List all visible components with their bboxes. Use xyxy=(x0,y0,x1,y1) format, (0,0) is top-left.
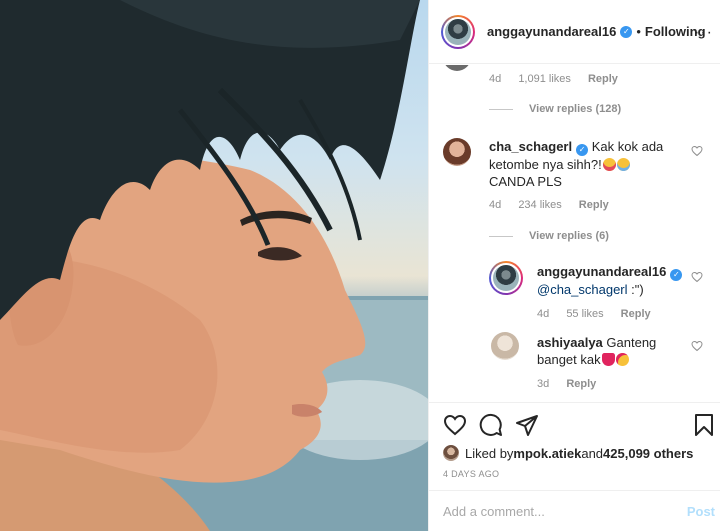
header-separator: • xyxy=(636,24,641,39)
reply-button[interactable]: Reply xyxy=(566,378,596,390)
author-username[interactable]: anggayunandareal16 xyxy=(487,24,616,39)
reply-avatar-image xyxy=(493,265,519,291)
like-comment-heart-icon[interactable] xyxy=(691,340,703,352)
heart-eyes-emoji xyxy=(615,353,629,366)
reply-avatar[interactable] xyxy=(489,261,523,295)
rolling-laughing-emoji xyxy=(616,158,630,171)
reply-mention-link[interactable]: @cha_schagerl xyxy=(537,282,628,297)
reply-age: 3d xyxy=(537,378,550,390)
share-icon[interactable] xyxy=(515,413,539,437)
post-actions: Liked by mpok.atiek and 425,099 others 4… xyxy=(429,402,720,490)
likes-summary: Liked by mpok.atiek and 425,099 others xyxy=(443,445,693,461)
post-header: anggayunandareal16 ✓ • Following ··· xyxy=(429,0,720,64)
reply-button[interactable]: Reply xyxy=(579,199,609,211)
bookmark-icon[interactable] xyxy=(693,413,715,437)
reply-body: ashiyaalya Ganteng banget kak xyxy=(537,334,697,368)
comment-meta: 4d 234 likes Reply xyxy=(489,199,720,211)
squinting-tongue-emoji xyxy=(602,158,616,171)
reply-username[interactable]: anggayunandareal16 xyxy=(537,264,666,279)
comments-list[interactable]: 4d 1,091 likes Reply View replies (128) … xyxy=(429,65,720,402)
view-replies-button[interactable]: View replies (128) xyxy=(489,103,621,115)
liker-avatar[interactable] xyxy=(443,445,459,461)
view-replies-line xyxy=(489,108,513,110)
like-comment-heart-icon[interactable] xyxy=(691,145,703,157)
author-avatar-image xyxy=(445,18,471,45)
comment-text-line1: Kak kok ada xyxy=(591,139,664,154)
verified-badge-icon: ✓ xyxy=(576,144,589,156)
reply-button[interactable]: Reply xyxy=(621,308,651,320)
comment-username[interactable]: cha_schagerl xyxy=(489,139,572,154)
comment-age: 4d xyxy=(489,73,502,85)
reply-likes[interactable]: 55 likes xyxy=(566,308,603,320)
comment-icon[interactable] xyxy=(479,413,503,437)
comment-age: 4d xyxy=(489,199,502,211)
add-comment-input[interactable]: Add a comment... xyxy=(443,504,545,519)
post-comment-button[interactable]: Post xyxy=(687,504,715,519)
liked-by-user[interactable]: mpok.atiek xyxy=(513,446,581,461)
post-date[interactable]: 4 DAYS AGO xyxy=(443,469,499,479)
comment-body: cha_schagerl ✓ Kak kok ada ketombe nya si… xyxy=(489,138,689,190)
verified-badge-icon: ✓ xyxy=(620,25,633,38)
post-photo[interactable] xyxy=(0,0,428,531)
add-comment-bar: Add a comment... Post xyxy=(429,490,720,531)
comment-likes[interactable]: 1,091 likes xyxy=(518,73,571,85)
reply-text: :") xyxy=(627,282,644,297)
view-replies-line xyxy=(489,235,513,237)
reply-age: 4d xyxy=(537,308,550,320)
liked-by-mid: and xyxy=(581,445,604,461)
post-side-panel: anggayunandareal16 ✓ • Following ··· 4d … xyxy=(428,0,720,531)
comment-text-line2: ketombe nya sihh?! xyxy=(489,157,602,172)
heart-icon[interactable] xyxy=(443,413,467,437)
view-replies-button[interactable]: View replies (6) xyxy=(489,230,609,242)
liked-by-prefix: Liked by xyxy=(465,445,514,461)
like-comment-heart-icon[interactable] xyxy=(691,271,703,283)
reply-body: anggayunandareal16 ✓ @cha_schagerl :") xyxy=(537,263,697,298)
more-options-icon[interactable]: ··· xyxy=(694,24,713,42)
reply-meta: 3d Reply xyxy=(537,378,720,390)
reply-text-line2: banget kak xyxy=(537,352,601,367)
author-avatar[interactable] xyxy=(441,14,475,49)
portrait-image xyxy=(0,0,428,531)
reply-button[interactable]: Reply xyxy=(588,73,618,85)
reply-meta: 4d 55 likes Reply xyxy=(537,308,720,320)
comment-avatar[interactable] xyxy=(443,138,471,166)
red-heart-emoji xyxy=(601,353,615,366)
reply-text-line1: Ganteng xyxy=(606,335,657,350)
verified-badge-icon: ✓ xyxy=(670,269,683,281)
comment-text-line3: CANDA PLS xyxy=(489,174,562,189)
reply-username[interactable]: ashiyaalya xyxy=(537,335,603,350)
liked-by-count[interactable]: 425,099 others xyxy=(603,446,693,461)
comment-meta: 4d 1,091 likes Reply xyxy=(489,73,720,85)
view-replies-label: View replies (128) xyxy=(529,103,622,115)
view-replies-label: View replies (6) xyxy=(529,230,609,242)
comment-likes[interactable]: 234 likes xyxy=(518,199,561,211)
reply-avatar[interactable] xyxy=(491,332,519,360)
comment-avatar[interactable] xyxy=(443,65,471,71)
